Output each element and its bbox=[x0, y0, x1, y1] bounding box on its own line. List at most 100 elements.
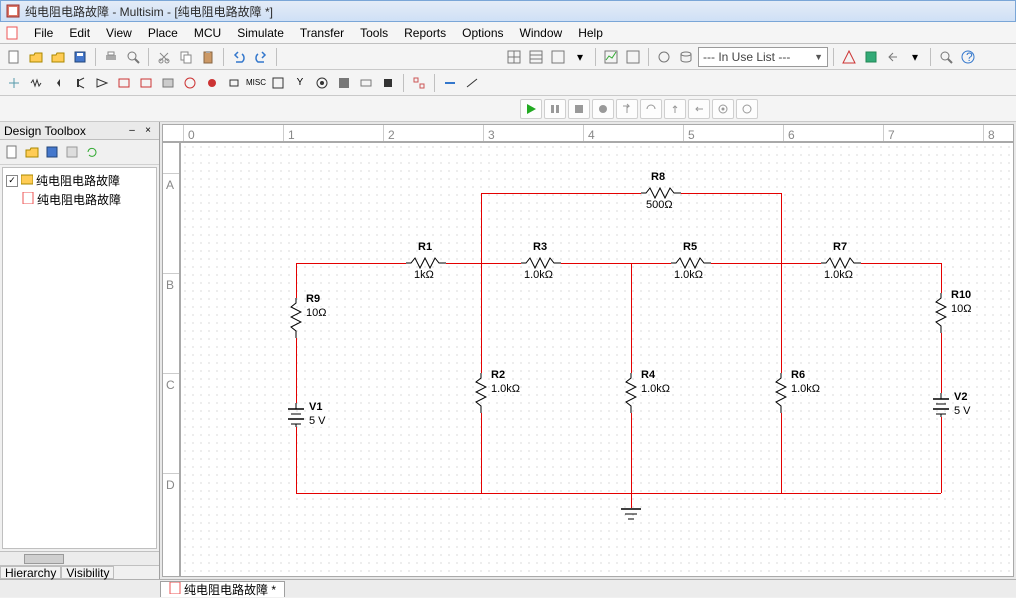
view-postproc-button[interactable] bbox=[623, 47, 643, 67]
place-misc-button[interactable]: MISC bbox=[246, 73, 266, 93]
place-connector-button[interactable] bbox=[356, 73, 376, 93]
place-junction-button[interactable] bbox=[462, 73, 482, 93]
place-mcu-button[interactable] bbox=[378, 73, 398, 93]
menu-transfer[interactable]: Transfer bbox=[292, 24, 352, 42]
tree-root[interactable]: ✓ 纯电阻电路故障 bbox=[6, 171, 153, 190]
tree-child[interactable]: 纯电阻电路故障 bbox=[6, 190, 153, 209]
ultiboard-button[interactable] bbox=[861, 47, 881, 67]
toolbox-pin-button[interactable]: – bbox=[125, 124, 139, 138]
toolbar-simulation bbox=[0, 96, 1016, 122]
menu-edit[interactable]: Edit bbox=[61, 24, 98, 42]
place-diode-button[interactable] bbox=[48, 73, 68, 93]
back-annotate-button[interactable] bbox=[883, 47, 903, 67]
open2-button[interactable] bbox=[48, 47, 68, 67]
place-hierarchy-button[interactable] bbox=[409, 73, 429, 93]
resistor-r10[interactable] bbox=[935, 293, 947, 336]
place-transistor-button[interactable] bbox=[70, 73, 90, 93]
run-button[interactable] bbox=[520, 99, 542, 119]
settings-button[interactable] bbox=[736, 99, 758, 119]
preview-button[interactable] bbox=[123, 47, 143, 67]
new-button[interactable] bbox=[4, 47, 24, 67]
save-design-button[interactable] bbox=[43, 143, 61, 161]
step-out-button[interactable] bbox=[664, 99, 686, 119]
place-power-button[interactable] bbox=[224, 73, 244, 93]
undo-button[interactable] bbox=[229, 47, 249, 67]
document-tab[interactable]: 纯电阻电路故障 * bbox=[160, 581, 285, 597]
schematic-canvas[interactable]: R8 500Ω R1 1kΩ R3 1.0kΩ R5 1.0kΩ bbox=[180, 142, 1014, 577]
resistor-r3[interactable] bbox=[521, 257, 561, 269]
step-into-button[interactable] bbox=[616, 99, 638, 119]
menu-view[interactable]: View bbox=[98, 24, 140, 42]
place-electromech-button[interactable] bbox=[312, 73, 332, 93]
new-design-button[interactable] bbox=[3, 143, 21, 161]
menu-reports[interactable]: Reports bbox=[396, 24, 454, 42]
resistor-r5[interactable] bbox=[671, 257, 711, 269]
resistor-r4[interactable] bbox=[625, 373, 637, 416]
stop-button[interactable] bbox=[568, 99, 590, 119]
place-rf-button[interactable]: Y bbox=[290, 73, 310, 93]
breakpoint-button[interactable] bbox=[712, 99, 734, 119]
view-graph-button[interactable] bbox=[601, 47, 621, 67]
menu-help[interactable]: Help bbox=[570, 24, 611, 42]
design-refresh-button[interactable] bbox=[83, 143, 101, 161]
place-ttl-button[interactable] bbox=[114, 73, 134, 93]
save-button[interactable] bbox=[70, 47, 90, 67]
sidebar-scrollbar[interactable] bbox=[0, 551, 159, 565]
step-over-button[interactable] bbox=[640, 99, 662, 119]
place-ni-button[interactable] bbox=[334, 73, 354, 93]
help-button[interactable]: ? bbox=[958, 47, 978, 67]
database-button[interactable] bbox=[676, 47, 696, 67]
forward-annotate-button[interactable]: ▾ bbox=[905, 47, 925, 67]
resistor-r1[interactable] bbox=[406, 257, 446, 269]
design-tree[interactable]: ✓ 纯电阻电路故障 纯电阻电路故障 bbox=[2, 167, 157, 549]
menu-file[interactable]: File bbox=[26, 24, 61, 42]
inuse-combo[interactable]: --- In Use List --- ▼ bbox=[698, 47, 828, 67]
cut-button[interactable] bbox=[154, 47, 174, 67]
place-analog-button[interactable] bbox=[92, 73, 112, 93]
ground-symbol[interactable] bbox=[621, 508, 641, 525]
resistor-r2[interactable] bbox=[475, 373, 487, 416]
value-r6: 1.0kΩ bbox=[791, 383, 820, 395]
place-indicator-button[interactable] bbox=[202, 73, 222, 93]
find-button[interactable] bbox=[936, 47, 956, 67]
resistor-r7[interactable] bbox=[821, 257, 861, 269]
record-button[interactable] bbox=[592, 99, 614, 119]
place-advanced-button[interactable] bbox=[268, 73, 288, 93]
view-dropdown-button[interactable]: ▾ bbox=[570, 47, 590, 67]
place-mixed-button[interactable] bbox=[180, 73, 200, 93]
menu-options[interactable]: Options bbox=[454, 24, 511, 42]
view-netlist-button[interactable] bbox=[548, 47, 568, 67]
redo-button[interactable] bbox=[251, 47, 271, 67]
place-source-button[interactable] bbox=[4, 73, 24, 93]
open-button[interactable] bbox=[26, 47, 46, 67]
place-cmos-button[interactable] bbox=[136, 73, 156, 93]
source-v2[interactable] bbox=[931, 393, 951, 420]
pause-button[interactable] bbox=[544, 99, 566, 119]
menu-place[interactable]: Place bbox=[140, 24, 186, 42]
place-bus-button[interactable] bbox=[440, 73, 460, 93]
source-v1[interactable] bbox=[286, 403, 306, 430]
resistor-r8[interactable] bbox=[641, 187, 681, 199]
menu-mcu[interactable]: MCU bbox=[186, 24, 229, 42]
menu-simulate[interactable]: Simulate bbox=[229, 24, 292, 42]
menu-window[interactable]: Window bbox=[512, 24, 571, 42]
menu-tools[interactable]: Tools bbox=[352, 24, 396, 42]
resistor-r9[interactable] bbox=[290, 298, 302, 341]
component-wiz-button[interactable] bbox=[654, 47, 674, 67]
place-basic-button[interactable] bbox=[26, 73, 46, 93]
paste-button[interactable] bbox=[198, 47, 218, 67]
step-back-button[interactable] bbox=[688, 99, 710, 119]
design-up-button[interactable] bbox=[63, 143, 81, 161]
tab-hierarchy[interactable]: Hierarchy bbox=[0, 566, 61, 579]
print-button[interactable] bbox=[101, 47, 121, 67]
view-grid-button[interactable] bbox=[504, 47, 524, 67]
place-misc-digital-button[interactable] bbox=[158, 73, 178, 93]
open-design-button[interactable] bbox=[23, 143, 41, 161]
resistor-r6[interactable] bbox=[775, 373, 787, 416]
checkbox-icon[interactable]: ✓ bbox=[6, 175, 18, 187]
toolbox-close-button[interactable]: × bbox=[141, 124, 155, 138]
erc-button[interactable] bbox=[839, 47, 859, 67]
copy-button[interactable] bbox=[176, 47, 196, 67]
view-spreadsheet-button[interactable] bbox=[526, 47, 546, 67]
tab-visibility[interactable]: Visibility bbox=[61, 566, 114, 579]
